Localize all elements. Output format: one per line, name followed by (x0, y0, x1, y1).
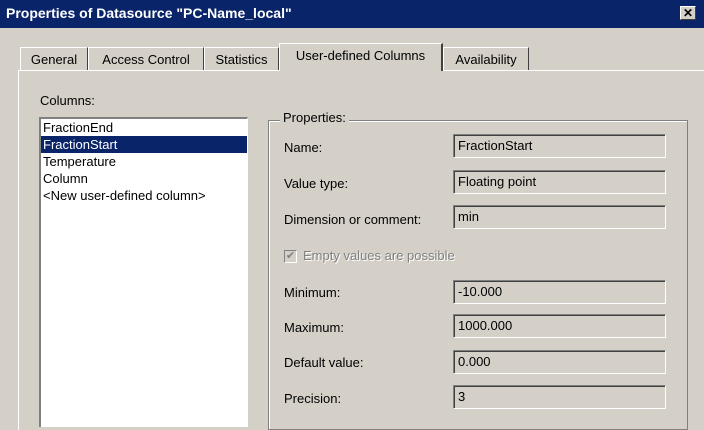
tab-user-defined-columns[interactable]: User-defined Columns (279, 43, 443, 71)
close-icon[interactable]: ✕ (680, 6, 696, 20)
precision-label: Precision: (284, 391, 342, 406)
properties-groupbox (268, 120, 688, 430)
dimension-label: Dimension or comment: (284, 212, 422, 227)
list-item[interactable]: FractionEnd (41, 119, 247, 136)
minimum-label: Minimum: (284, 285, 341, 300)
list-item[interactable]: Temperature (41, 153, 247, 170)
empty-values-label: Empty values are possible (303, 248, 455, 263)
list-item[interactable]: Column (41, 170, 247, 187)
minimum-field[interactable]: -10.000 (453, 280, 666, 304)
default-value-field[interactable]: 0.000 (453, 350, 666, 374)
maximum-field[interactable]: 1000.000 (453, 314, 666, 338)
tab-statistics[interactable]: Statistics (204, 47, 279, 71)
dimension-field[interactable]: min (453, 205, 666, 229)
maximum-label: Maximum: (284, 320, 344, 335)
empty-values-checkbox[interactable]: ✔ (284, 250, 297, 263)
tab-availability[interactable]: Availability (443, 47, 529, 71)
precision-field[interactable]: 3 (453, 385, 666, 409)
tab-general[interactable]: General (20, 47, 88, 71)
window-title: Properties of Datasource "PC-Name_local" (6, 5, 292, 21)
columns-label: Columns: (40, 93, 95, 108)
default-value-label: Default value: (284, 355, 364, 370)
title-bar: Properties of Datasource "PC-Name_local"… (0, 0, 704, 28)
value-type-label: Value type: (284, 176, 349, 191)
tab-access-control[interactable]: Access Control (88, 47, 204, 71)
name-label: Name: (284, 140, 323, 155)
name-field[interactable]: FractionStart (453, 134, 666, 158)
list-item-selected[interactable]: FractionStart (41, 136, 247, 153)
value-type-field[interactable]: Floating point (453, 170, 666, 194)
properties-group-title: Properties: (280, 110, 349, 125)
list-item[interactable]: <New user-defined column> (41, 187, 247, 204)
columns-listbox[interactable]: FractionEnd FractionStart Temperature Co… (39, 117, 248, 427)
